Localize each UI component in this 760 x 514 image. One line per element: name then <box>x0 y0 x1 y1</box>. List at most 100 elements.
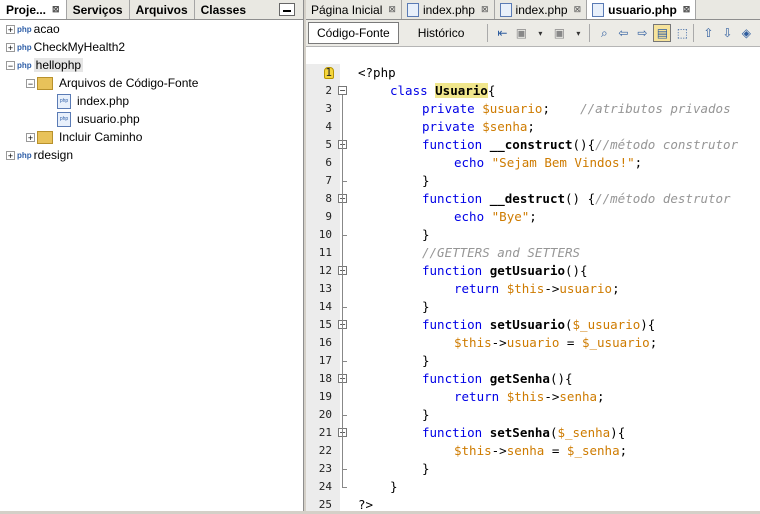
editor-tab[interactable]: index.php ⊠ <box>402 0 495 19</box>
close-icon[interactable]: ⊠ <box>52 4 60 15</box>
find-prev-icon[interactable]: ⇦ <box>615 25 631 41</box>
code-token: ; <box>612 281 620 296</box>
editor-tab-label: usuario.php <box>608 2 677 17</box>
code-line[interactable]: return $this->senha; <box>454 388 605 406</box>
select-icon[interactable]: ⬚ <box>674 25 690 41</box>
tree-node-label: index.php <box>77 94 130 108</box>
code-line[interactable]: return $this->usuario; <box>454 280 620 298</box>
close-icon[interactable]: ⊠ <box>574 4 582 15</box>
code-line[interactable]: echo "Sejam Bem Vindos!"; <box>454 154 642 172</box>
tree-node[interactable]: + php rdesign <box>6 146 73 164</box>
code-token: = <box>559 335 582 350</box>
code-token: "Sejam Bem Vindos!" <box>491 155 635 170</box>
fold-icon[interactable]: − <box>338 86 347 95</box>
editor-tab[interactable]: Página Inicial ⊠ <box>306 0 402 19</box>
editor-tab-label: index.php <box>422 2 475 17</box>
code-token: $this <box>506 389 545 404</box>
line-number: 6 <box>325 156 332 169</box>
code-token: ; <box>529 209 537 224</box>
close-icon[interactable]: ⊠ <box>683 4 691 15</box>
code-line[interactable]: } <box>390 478 398 496</box>
editor-tab[interactable]: usuario.php ⊠ <box>587 0 697 19</box>
code-line[interactable]: <?php <box>358 64 396 82</box>
line-number: 24 <box>318 480 332 493</box>
tab-files[interactable]: Arquivos <box>130 0 195 19</box>
fold-guide <box>342 329 343 361</box>
toggle-bookmark-icon[interactable]: ◈ <box>738 25 754 41</box>
code-line[interactable]: function __destruct() {//método destruto… <box>422 190 731 208</box>
expand-icon[interactable]: + <box>26 132 35 142</box>
fold-end <box>342 415 347 416</box>
line-number: 13 <box>318 282 332 295</box>
code-line[interactable]: function setSenha($_senha){ <box>422 424 625 442</box>
code-token: Usuario <box>435 83 488 98</box>
code-line[interactable]: } <box>422 352 430 370</box>
tree-node[interactable]: + php acao <box>6 20 60 38</box>
tab-classes[interactable]: Classes <box>195 0 252 19</box>
code-line[interactable]: echo "Bye"; <box>454 208 537 226</box>
line-number: 12 <box>318 264 332 277</box>
prev-bookmark-icon[interactable]: ⇧ <box>700 25 716 41</box>
code-line[interactable]: $this->senha = $_senha; <box>454 442 627 460</box>
code-token: __construct <box>489 137 573 152</box>
jump-icon[interactable]: ▣ <box>551 25 567 41</box>
expand-icon[interactable]: + <box>6 42 15 52</box>
code-line[interactable]: } <box>422 226 430 244</box>
close-icon[interactable]: ⊠ <box>481 4 489 15</box>
tab-history[interactable]: Histórico <box>409 22 474 44</box>
code-line[interactable]: $this->usuario = $_usuario; <box>454 334 657 352</box>
code-line[interactable]: } <box>422 172 430 190</box>
tab-projects[interactable]: Proje... ⊠ <box>0 0 67 19</box>
code-token: } <box>390 479 398 494</box>
tree-node[interactable]: + php CheckMyHealth2 <box>6 38 125 56</box>
line-number: 7 <box>325 174 332 187</box>
search-icon[interactable]: ⌕ <box>596 25 612 41</box>
dropdown-icon[interactable]: ▾ <box>570 25 586 41</box>
line-number: 23 <box>318 462 332 475</box>
forward-icon[interactable]: ▣ <box>513 25 529 41</box>
editor-tab-label: index.php <box>515 2 568 17</box>
code-line[interactable]: function __construct(){//método construt… <box>422 136 738 154</box>
back-icon[interactable]: ⇤ <box>494 25 510 41</box>
code-token: -> <box>491 443 507 458</box>
code-line[interactable]: ?> <box>358 496 373 514</box>
collapse-icon[interactable]: − <box>26 78 35 88</box>
code-line[interactable]: } <box>422 406 430 424</box>
fold-end <box>342 487 347 488</box>
line-number: 2 <box>325 84 332 97</box>
code-line[interactable]: function getUsuario(){ <box>422 262 588 280</box>
toggle-highlight-icon[interactable]: ▤ <box>653 24 672 42</box>
next-bookmark-icon[interactable]: ⇩ <box>719 25 735 41</box>
code-line[interactable]: //GETTERS and SETTERS <box>422 244 580 262</box>
code-line[interactable]: } <box>422 298 430 316</box>
tree-node[interactable]: − php hellophp <box>6 56 84 74</box>
expand-icon[interactable]: + <box>6 24 15 34</box>
php-project-icon: php <box>17 42 32 52</box>
tab-source[interactable]: Código-Fonte <box>308 22 399 44</box>
code-line[interactable]: function setUsuario($_usuario){ <box>422 316 655 334</box>
minimize-button[interactable] <box>279 3 295 16</box>
code-line[interactable]: private $senha; <box>422 118 535 136</box>
code-token: ; <box>634 155 643 170</box>
code-token: $usuario <box>482 101 543 116</box>
editor-tab[interactable]: index.php ⊠ <box>495 0 588 19</box>
find-next-icon[interactable]: ⇨ <box>634 25 650 41</box>
tree-node-label: Arquivos de Código-Fonte <box>59 76 199 90</box>
php-file-icon <box>592 2 605 17</box>
code-line[interactable]: function getSenha(){ <box>422 370 573 388</box>
expand-icon[interactable]: + <box>6 150 15 160</box>
tab-services[interactable]: Serviços <box>67 0 130 19</box>
tree-node[interactable]: − Arquivos de Código-Fonte <box>26 74 198 92</box>
collapse-icon[interactable]: − <box>6 60 15 70</box>
code-line[interactable]: private $usuario; //atributos privados <box>422 100 731 118</box>
code-line[interactable]: } <box>422 460 430 478</box>
code-token: class <box>390 83 436 98</box>
code-line[interactable]: class Usuario{ <box>390 82 495 100</box>
close-icon[interactable]: ⊠ <box>388 4 396 15</box>
tree-node-label: rdesign <box>33 148 74 162</box>
tree-node[interactable]: php index.php <box>57 92 129 110</box>
tree-node[interactable]: + Incluir Caminho <box>26 128 142 146</box>
php-file-icon <box>499 2 512 17</box>
dropdown-icon[interactable]: ▾ <box>532 25 548 41</box>
tree-node[interactable]: php usuario.php <box>57 110 140 128</box>
